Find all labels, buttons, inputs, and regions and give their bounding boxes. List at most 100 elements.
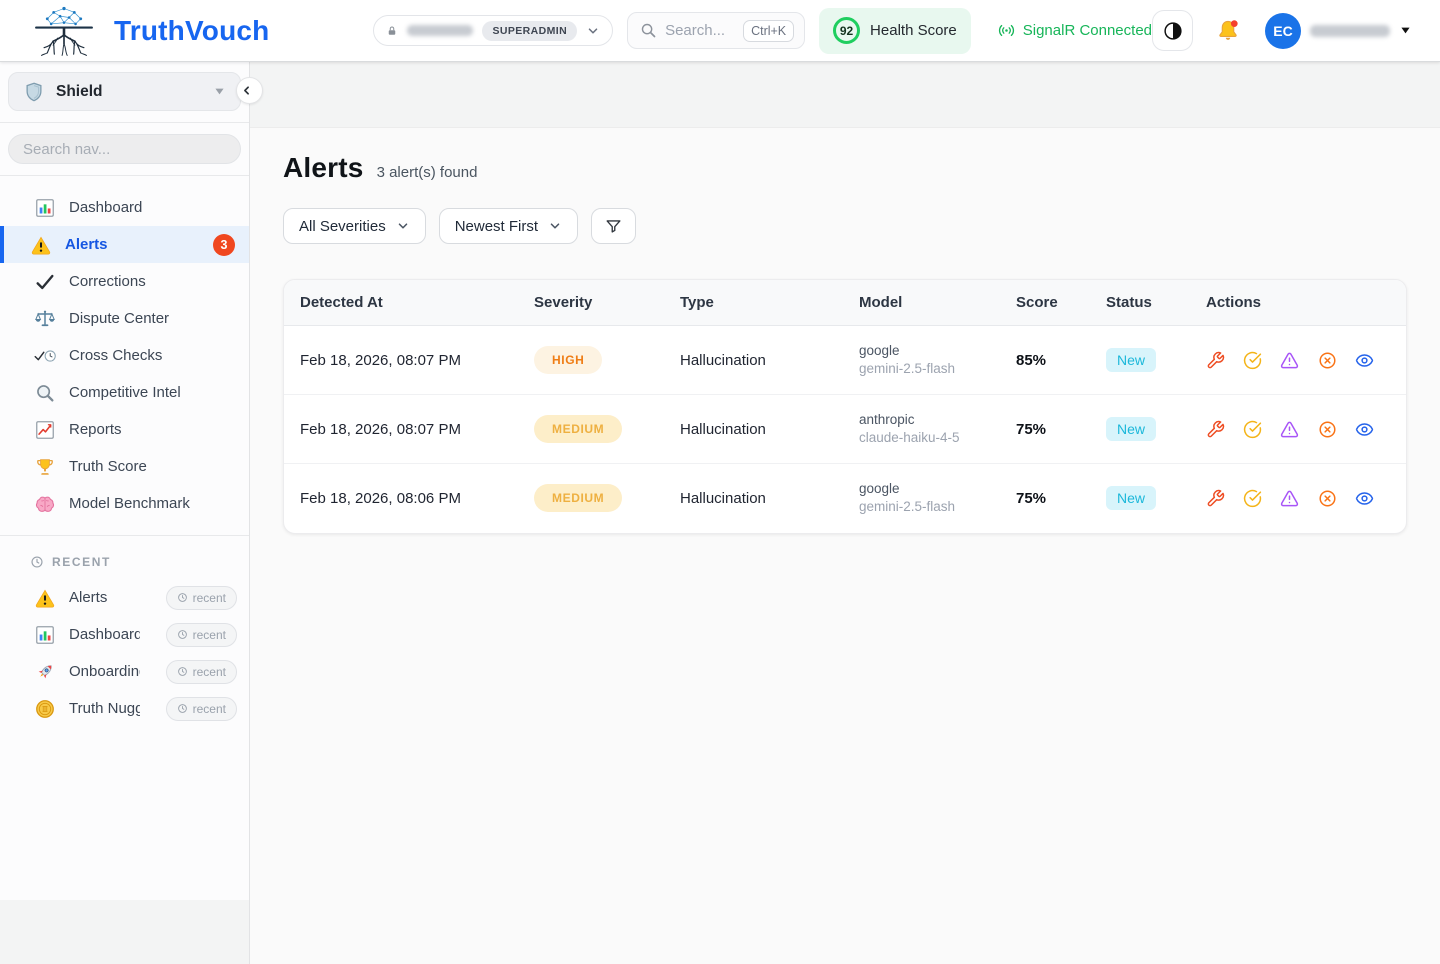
severity-filter-dropdown[interactable]: All Severities (283, 208, 426, 244)
actions-cell (1190, 326, 1406, 395)
model-cell: anthropic claude-haiku-4-5 (843, 395, 1000, 464)
table-row: Feb 18, 2026, 08:06 PM MEDIUM Hallucinat… (284, 464, 1406, 533)
sidebar-item-reports[interactable]: Reports (0, 411, 249, 448)
page-header: Alerts 3 alert(s) found (283, 152, 1407, 184)
org-selector[interactable]: SUPERADMIN (373, 15, 613, 46)
top-header: TruthVouch SUPERADMIN Ctrl+K 92 Health S… (0, 0, 1440, 62)
col-status: Status (1090, 280, 1190, 326)
status-badge: New (1106, 417, 1156, 441)
advanced-filter-button[interactable] (591, 208, 636, 244)
clock-icon (177, 592, 188, 603)
alerts-count-badge: 3 (213, 234, 235, 256)
user-menu[interactable]: EC (1265, 13, 1412, 49)
severity-badge: MEDIUM (534, 415, 622, 443)
action-view-button[interactable] (1355, 420, 1374, 439)
theme-toggle-button[interactable] (1152, 10, 1193, 51)
score-value: 85% (1016, 352, 1046, 369)
sidebar-item-dashboard[interactable]: Dashboard (0, 189, 249, 226)
sidebar-item-competitive-intel[interactable]: Competitive Intel (0, 374, 249, 411)
notifications-button[interactable] (1215, 18, 1241, 44)
content-top-band (250, 62, 1440, 128)
sidebar-item-label: Dashboard (69, 199, 142, 216)
signalr-status: SignalR Connected (997, 21, 1152, 40)
model-cell: google gemini-2.5-flash (843, 464, 1000, 533)
recent-badge-label: recent (193, 702, 226, 716)
main-content: Alerts 3 alert(s) found All Severities N… (250, 62, 1440, 964)
action-approve-button[interactable] (1243, 351, 1262, 370)
sidebar-item-label: Competitive Intel (69, 384, 181, 401)
action-view-button[interactable] (1355, 351, 1374, 370)
sidebar-item-model-benchmark[interactable]: Model Benchmark (0, 485, 249, 522)
org-name-redacted (407, 25, 473, 36)
sidebar-item-truth-score[interactable]: Truth Score (0, 448, 249, 485)
sidebar-collapse-button[interactable] (236, 77, 263, 104)
recent-badge: recent (166, 623, 237, 647)
warning-triangle-icon (30, 234, 52, 256)
sidebar-item-corrections[interactable]: Corrections (0, 263, 249, 300)
line-chart-icon (34, 419, 56, 441)
action-wrench-button[interactable] (1206, 351, 1225, 370)
brain-icon (34, 493, 56, 515)
action-dismiss-button[interactable] (1318, 351, 1337, 370)
brand-title: TruthVouch (114, 15, 269, 47)
col-type: Type (664, 280, 843, 326)
sidebar-item-label: Corrections (69, 273, 146, 290)
bar-chart-icon (34, 624, 56, 646)
lock-icon (386, 25, 398, 37)
recent-badge-label: recent (193, 665, 226, 679)
sidebar-item-label: Reports (69, 421, 122, 438)
action-dismiss-button[interactable] (1318, 489, 1337, 508)
recent-item-dashboard[interactable]: Dashboard recent (0, 616, 249, 653)
half-moon-icon (1162, 20, 1184, 42)
sidebar-item-dispute-center[interactable]: Dispute Center (0, 300, 249, 337)
table-row: Feb 18, 2026, 08:07 PM HIGH Hallucinatio… (284, 326, 1406, 395)
rocket-icon (34, 661, 56, 683)
action-dismiss-button[interactable] (1318, 420, 1337, 439)
clock-icon (177, 703, 188, 714)
coin-icon (34, 698, 56, 720)
col-detected-at: Detected At (284, 280, 518, 326)
action-approve-button[interactable] (1243, 489, 1262, 508)
alert-triangle-icon (1280, 489, 1299, 508)
action-approve-button[interactable] (1243, 420, 1262, 439)
detected-at-cell: Feb 18, 2026, 08:07 PM (284, 395, 518, 464)
sort-dropdown[interactable]: Newest First (439, 208, 578, 244)
recent-item-label: Alerts (69, 589, 140, 606)
severity-badge: MEDIUM (534, 484, 622, 512)
warning-triangle-icon (34, 587, 56, 609)
table-header-row: Detected At Severity Type Model Score St… (284, 280, 1406, 326)
wrench-icon (1206, 420, 1225, 439)
col-score: Score (1000, 280, 1090, 326)
recent-item-alerts[interactable]: Alerts recent (0, 579, 249, 616)
signalr-status-label: SignalR Connected (1023, 22, 1152, 39)
health-score-label: Health Score (870, 22, 957, 39)
alerts-table: Detected At Severity Type Model Score St… (284, 280, 1406, 533)
x-circle-icon (1318, 420, 1337, 439)
recent-item-onboarding[interactable]: Onboarding recent (0, 653, 249, 690)
action-view-button[interactable] (1355, 489, 1374, 508)
funnel-icon (604, 217, 623, 236)
clock-icon (177, 666, 188, 677)
filter-bar: All Severities Newest First (283, 208, 1407, 244)
recent-badge: recent (166, 586, 237, 610)
recent-section-header: RECENT (0, 547, 249, 579)
sidebar-item-label: Cross Checks (69, 347, 162, 364)
action-wrench-button[interactable] (1206, 489, 1225, 508)
workspace-selector[interactable]: Shield (8, 72, 241, 111)
sidebar-item-cross-checks[interactable]: Cross Checks (0, 337, 249, 374)
type-cell: Hallucination (664, 464, 843, 533)
action-escalate-button[interactable] (1280, 420, 1299, 439)
sidebar-search-input[interactable] (8, 134, 241, 164)
global-search-input[interactable] (665, 22, 735, 39)
check-circle-icon (1243, 351, 1262, 370)
action-escalate-button[interactable] (1280, 351, 1299, 370)
action-escalate-button[interactable] (1280, 489, 1299, 508)
page-title: Alerts (283, 152, 364, 184)
col-severity: Severity (518, 280, 664, 326)
action-wrench-button[interactable] (1206, 420, 1225, 439)
global-search[interactable]: Ctrl+K (627, 12, 805, 49)
sidebar-item-label: Truth Score (69, 458, 147, 475)
recent-item-truth-nuggets[interactable]: Truth Nugg... recent (0, 690, 249, 727)
sidebar-item-alerts[interactable]: Alerts 3 (0, 226, 249, 263)
severity-filter-value: All Severities (299, 218, 386, 235)
